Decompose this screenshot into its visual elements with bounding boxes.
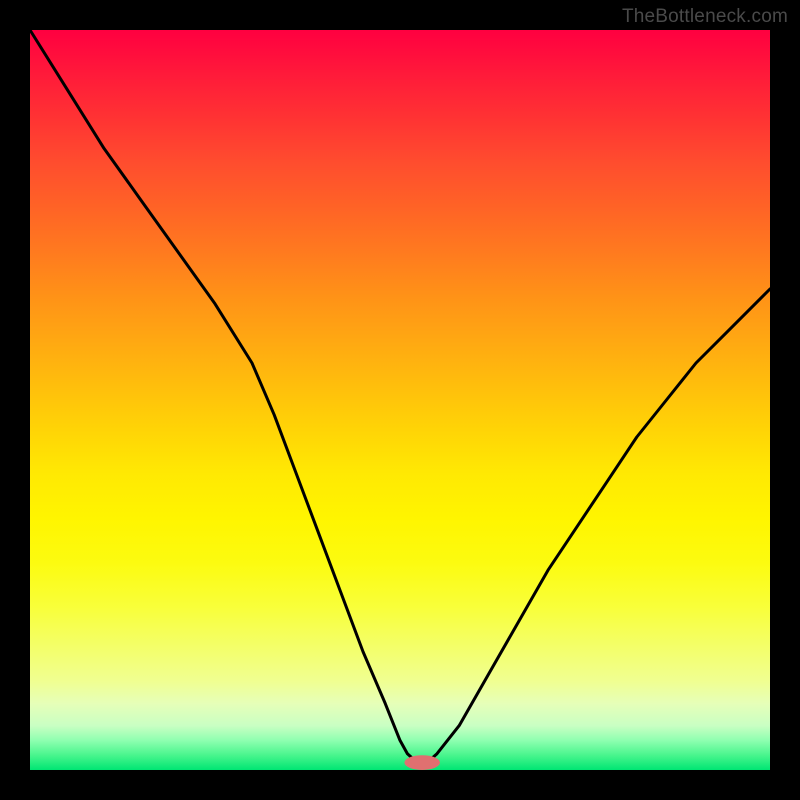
chart-frame: TheBottleneck.com <box>0 0 800 800</box>
bottleneck-curve <box>30 30 770 763</box>
minimum-marker <box>404 755 440 770</box>
plot-area <box>30 30 770 770</box>
watermark-text: TheBottleneck.com <box>622 6 788 28</box>
chart-svg <box>30 30 770 770</box>
